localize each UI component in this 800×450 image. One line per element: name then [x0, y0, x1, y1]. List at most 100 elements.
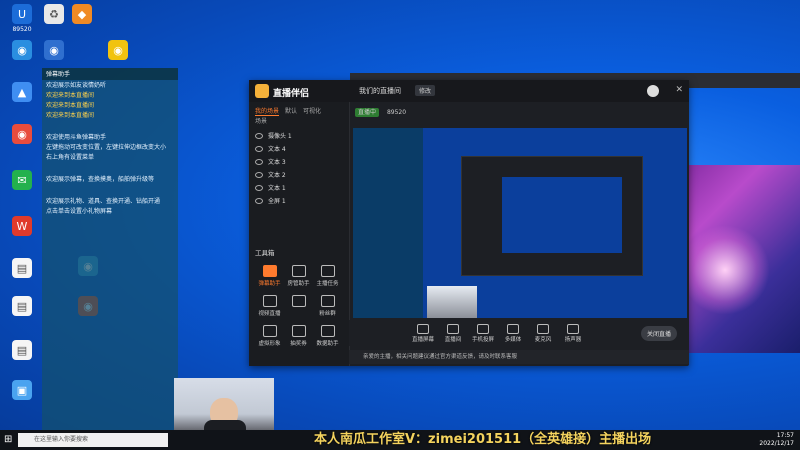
- source-item[interactable]: 摄像头 1: [249, 129, 349, 142]
- tool-icon: [320, 295, 335, 307]
- desktop-icon-label: 89520: [12, 26, 32, 33]
- tool-icon: [291, 325, 306, 337]
- scene-tabs: 我的场景 默认 可视化场景: [249, 102, 349, 129]
- source-label: 文本 2: [268, 172, 286, 179]
- live-status-badge: 直播中: [355, 108, 380, 117]
- chat-message: 欢迎展示如友谈情奶听: [46, 82, 107, 89]
- desktop-icon[interactable]: ◉: [4, 40, 40, 62]
- desktop-icon[interactable]: ✉: [4, 170, 40, 192]
- desktop-icon[interactable]: ◆: [64, 4, 100, 26]
- desktop-icon[interactable]: ▲: [4, 82, 40, 104]
- toolbox-item[interactable]: [284, 292, 313, 322]
- source-item[interactable]: 全屏 1: [249, 194, 349, 207]
- desktop-icon[interactable]: U 89520: [4, 4, 40, 33]
- source-item[interactable]: 文本 1: [249, 181, 349, 194]
- tool-icon: [262, 295, 277, 307]
- desktop-icon[interactable]: ▤: [4, 296, 40, 318]
- toolbox-item[interactable]: 主播任务: [313, 262, 342, 292]
- edit-title-button[interactable]: 修改: [415, 85, 436, 96]
- app-icon: ✉: [12, 170, 32, 190]
- chat-header: 弹幕助手: [42, 68, 178, 80]
- eye-icon[interactable]: [255, 132, 263, 139]
- desktop-icon[interactable]: ◉: [100, 40, 136, 62]
- source-label: 摄像头 1: [268, 133, 292, 140]
- streaming-companion-app[interactable]: 直播伴侣 我们的直播间 修改 ✕ 我的场景 默认 可视化场景 摄像头 1 文本 4 文本…: [249, 80, 689, 366]
- app-logo-text: 直播伴侣: [273, 89, 310, 99]
- desktop-icon[interactable]: ◉: [4, 124, 40, 146]
- bottom-toolbar-button[interactable]: 手机投屏: [469, 322, 497, 343]
- chat-message: 右上角有设置菜单: [46, 154, 95, 161]
- windows-start-icon[interactable]: ⊞: [4, 434, 12, 445]
- toolbox-item[interactable]: 抽奖券: [284, 322, 313, 352]
- app-icon: ▤: [12, 296, 32, 316]
- chat-message: 欢迎使用斗鱼弹幕助手: [46, 134, 107, 141]
- start-live-button[interactable]: 关闭直播: [641, 326, 678, 341]
- eye-icon[interactable]: [255, 158, 263, 165]
- source-item[interactable]: 文本 2: [249, 168, 349, 181]
- bottom-toolbar: 直播屏幕 直播间 手机投屏 多媒体 麦克风 扬声器: [349, 320, 689, 346]
- tool-icon: [320, 265, 335, 277]
- avatar[interactable]: [647, 85, 659, 97]
- streamer-webcam: [174, 378, 274, 438]
- bottom-toolbar-button[interactable]: 直播屏幕: [409, 322, 437, 343]
- bottom-toolbar-button[interactable]: 麦克风: [529, 322, 557, 343]
- bottom-toolbar-button[interactable]: 扬声器: [559, 322, 587, 343]
- app-icon: ◆: [72, 4, 92, 24]
- toolbar-label: 直播屏幕: [411, 337, 434, 343]
- desktop-icon[interactable]: ▣: [4, 380, 40, 402]
- toolbox-item[interactable]: 虚拟形象: [255, 322, 284, 352]
- app-icon: ▤: [12, 340, 32, 360]
- eye-icon[interactable]: [255, 197, 263, 204]
- app-icon: W: [12, 216, 32, 236]
- bottom-toolbar-button[interactable]: 多媒体: [499, 322, 527, 343]
- toolbox-item[interactable]: 粉丝群: [313, 292, 342, 322]
- bottom-toolbar-button[interactable]: 直播间: [439, 322, 467, 343]
- tab-scene[interactable]: 可视化: [303, 106, 321, 115]
- chat-message: 点击单击设置小礼物屏幕: [46, 208, 113, 215]
- toolbox-item[interactable]: 视频直播: [255, 292, 284, 322]
- status-bar: 直播中 89520: [355, 107, 406, 117]
- source-item[interactable]: 文本 3: [249, 155, 349, 168]
- toolbar-icon: [417, 324, 429, 334]
- desktop-icon[interactable]: ▤: [4, 340, 40, 362]
- tool-icon: [291, 295, 306, 307]
- stream-watermark-text: 本人南瓜工作室V：zimei201511（全英雄接）主播出场: [314, 432, 652, 447]
- danmu-chat-overlay[interactable]: 弹幕助手 欢迎展示如友谈情奶听 欢迎来到本直播间 欢迎来到本直播间 欢迎来到本直播间欢…: [42, 68, 178, 450]
- tool-label: 抽奖券: [290, 341, 307, 347]
- desktop-icon[interactable]: ▤: [4, 258, 40, 280]
- close-icon[interactable]: ✕: [675, 85, 683, 95]
- source-label: 文本 3: [268, 159, 286, 166]
- chat-message: 欢迎来到本直播间: [46, 102, 95, 109]
- tool-label: 粉丝群: [319, 311, 336, 317]
- toolbar-icon: [507, 324, 519, 334]
- tab-scene[interactable]: 场景: [255, 116, 267, 125]
- stream-preview: [353, 128, 687, 318]
- source-item[interactable]: 文本 4: [249, 142, 349, 155]
- tab-scene[interactable]: 我的场景: [255, 106, 280, 116]
- toolbox-grid: 弹幕助手 房管助手 主播任务 视频直播 粉丝群虚拟形象 抽奖券 数据助手: [255, 262, 345, 352]
- desktop-icon[interactable]: ◉: [36, 40, 72, 62]
- toolbar-icon: [447, 324, 459, 334]
- eye-icon[interactable]: [255, 145, 263, 152]
- app-icon: ▲: [12, 82, 32, 102]
- tool-icon: [291, 265, 306, 277]
- app-icon: U: [12, 4, 32, 24]
- scene-sidebar: 我的场景 默认 可视化场景 摄像头 1 文本 4 文本 3 文本 2 文本 1 全屏 1 工具…: [249, 102, 350, 366]
- app-icon: ◉: [44, 40, 64, 60]
- source-label: 全屏 1: [268, 198, 286, 205]
- taskbar-search-input[interactable]: 在这里输入你要搜索: [18, 433, 168, 447]
- eye-icon[interactable]: [255, 171, 263, 178]
- toolbar-label: 直播间: [444, 337, 462, 343]
- toolbar-icon: [567, 324, 579, 334]
- app-titlebar: 直播伴侣 我们的直播间 修改 ✕: [249, 80, 689, 102]
- desktop-icon[interactable]: W: [4, 216, 40, 238]
- eye-icon[interactable]: [255, 184, 263, 191]
- toolbar-label: 多媒体: [504, 337, 522, 343]
- toolbox-item[interactable]: 弹幕助手: [255, 262, 284, 292]
- toolbox-item[interactable]: 数据助手: [313, 322, 342, 352]
- source-list: 摄像头 1 文本 4 文本 3 文本 2 文本 1 全屏 1: [249, 129, 349, 207]
- source-label: 文本 1: [268, 185, 286, 192]
- toolbar-label: 手机投屏: [471, 337, 494, 343]
- toolbox-item[interactable]: 房管助手: [284, 262, 313, 292]
- tab-scene[interactable]: 默认: [285, 106, 297, 115]
